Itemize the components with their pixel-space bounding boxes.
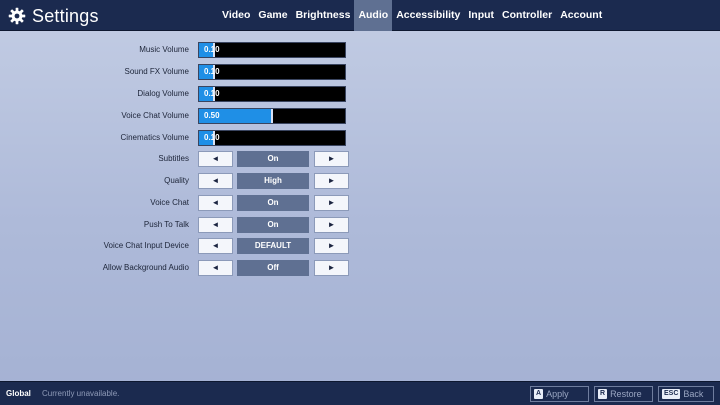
setting-row-dialog-volume: Dialog Volume 0.10 [0, 85, 720, 103]
setting-label: Cinematics Volume [120, 133, 189, 142]
tab-game[interactable]: Game [254, 0, 291, 31]
settings-brand: Settings [8, 4, 99, 28]
apply-button[interactable]: A Apply [530, 386, 589, 402]
subtitles-value: On [237, 151, 309, 167]
tab-audio[interactable]: Audio [354, 0, 393, 31]
voice-chat-prev-button[interactable]: ◄ [198, 195, 233, 211]
setting-label: Push To Talk [143, 220, 189, 229]
setting-label: Quality [164, 176, 189, 185]
setting-label: Voice Chat Volume [121, 111, 189, 120]
setting-label: Voice Chat Input Device [103, 241, 189, 250]
setting-label: Dialog Volume [137, 89, 189, 98]
setting-row-cinematics-volume: Cinematics Volume 0.10 [0, 129, 720, 147]
setting-row-voice-chat-volume: Voice Chat Volume 0.50 [0, 107, 720, 125]
setting-row-quality: Quality ◄ High ► [0, 172, 720, 190]
tab-video[interactable]: Video [218, 0, 254, 31]
setting-label: Sound FX Volume [124, 67, 189, 76]
scope-label: Global [6, 389, 31, 398]
quality-next-button[interactable]: ► [314, 173, 349, 189]
slider-value: 0.10 [204, 67, 220, 76]
settings-tabs: Video Game Brightness Audio Accessibilit… [218, 0, 606, 31]
sound-fx-volume-slider[interactable]: 0.10 [198, 64, 346, 80]
setting-row-push-to-talk: Push To Talk ◄ On ► [0, 216, 720, 234]
restore-key-badge: R [598, 389, 608, 399]
quality-value: High [237, 173, 309, 189]
push-to-talk-next-button[interactable]: ► [314, 217, 349, 233]
back-label: Back [683, 389, 704, 399]
back-button[interactable]: ESC Back [658, 386, 714, 402]
setting-row-allow-background-audio: Allow Background Audio ◄ Off ► [0, 259, 720, 277]
apply-label: Apply [546, 389, 569, 399]
page-title: Settings [32, 5, 99, 26]
slider-value: 0.10 [204, 89, 220, 98]
background-audio-value: Off [237, 260, 309, 276]
input-device-next-button[interactable]: ► [314, 238, 349, 254]
setting-label: Subtitles [158, 154, 189, 163]
voice-chat-volume-slider[interactable]: 0.50 [198, 108, 346, 124]
setting-label: Music Volume [139, 45, 189, 54]
setting-row-voice-chat: Voice Chat ◄ On ► [0, 194, 720, 212]
voice-chat-next-button[interactable]: ► [314, 195, 349, 211]
gear-icon [8, 7, 26, 25]
dialog-volume-slider[interactable]: 0.10 [198, 86, 346, 102]
subtitles-prev-button[interactable]: ◄ [198, 151, 233, 167]
subtitles-next-button[interactable]: ► [314, 151, 349, 167]
music-volume-slider[interactable]: 0.10 [198, 42, 346, 58]
background-audio-next-button[interactable]: ► [314, 260, 349, 276]
voice-chat-value: On [237, 195, 309, 211]
setting-row-sound-fx-volume: Sound FX Volume 0.10 [0, 63, 720, 81]
setting-label: Voice Chat [150, 198, 189, 207]
push-to-talk-prev-button[interactable]: ◄ [198, 217, 233, 233]
input-device-value: DEFAULT [237, 238, 309, 254]
bottom-bar: Global Currently unavailable. A Apply R … [0, 381, 720, 405]
setting-row-music-volume: Music Volume 0.10 [0, 41, 720, 59]
restore-button[interactable]: R Restore [594, 386, 653, 402]
tab-controller[interactable]: Controller [498, 0, 556, 31]
slider-value: 0.50 [204, 111, 220, 120]
apply-key-badge: A [534, 389, 544, 399]
tab-accessibility[interactable]: Accessibility [392, 0, 464, 31]
tab-input[interactable]: Input [464, 0, 498, 31]
setting-label: Allow Background Audio [102, 263, 189, 272]
background-audio-prev-button[interactable]: ◄ [198, 260, 233, 276]
input-device-prev-button[interactable]: ◄ [198, 238, 233, 254]
slider-value: 0.10 [204, 45, 220, 54]
setting-row-subtitles: Subtitles ◄ On ► [0, 150, 720, 168]
top-bar: Settings Video Game Brightness Audio Acc… [0, 0, 720, 31]
slider-value: 0.10 [204, 133, 220, 142]
slider-thumb[interactable] [271, 109, 273, 123]
status-text: Currently unavailable. [42, 389, 120, 398]
restore-label: Restore [610, 389, 642, 399]
quality-prev-button[interactable]: ◄ [198, 173, 233, 189]
push-to-talk-value: On [237, 217, 309, 233]
setting-row-voice-chat-input-device: Voice Chat Input Device ◄ DEFAULT ► [0, 237, 720, 255]
back-key-badge: ESC [662, 389, 681, 399]
cinematics-volume-slider[interactable]: 0.10 [198, 130, 346, 146]
tab-brightness[interactable]: Brightness [292, 0, 355, 31]
tab-account[interactable]: Account [556, 0, 606, 31]
